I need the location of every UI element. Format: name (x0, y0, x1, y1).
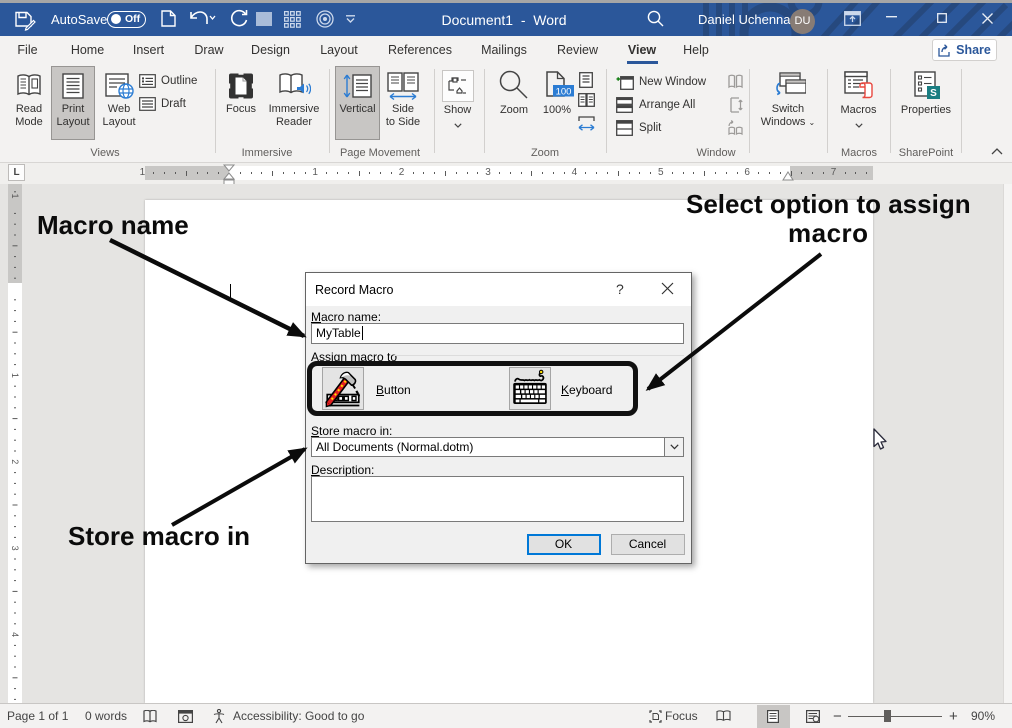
svg-text:S: S (930, 88, 937, 99)
svg-text:100: 100 (556, 86, 572, 97)
